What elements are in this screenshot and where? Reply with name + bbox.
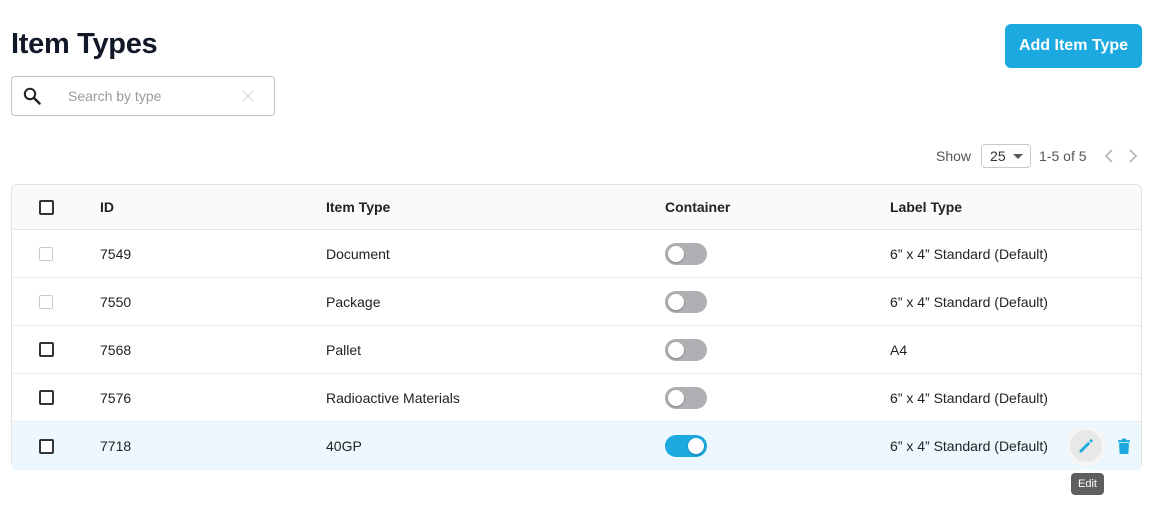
chevron-right-icon[interactable] — [1125, 148, 1141, 164]
row-label-type: 6” x 4” Standard (Default) — [890, 438, 1048, 454]
row-checkbox — [39, 294, 53, 309]
column-header-item-type[interactable]: Item Type — [326, 185, 390, 229]
trash-icon — [1118, 438, 1130, 454]
container-toggle[interactable] — [665, 338, 707, 361]
row-label-type: 6” x 4” Standard (Default) — [890, 389, 1048, 406]
close-icon[interactable] — [241, 89, 255, 103]
column-header-id[interactable]: ID — [100, 185, 114, 229]
chevron-left-icon[interactable] — [1101, 148, 1117, 164]
search-icon — [22, 86, 42, 106]
row-label-type: A4 — [890, 341, 908, 358]
show-label: Show — [936, 148, 972, 164]
row-id: 7576 — [100, 389, 132, 406]
select-all-checkbox[interactable] — [39, 199, 54, 215]
container-toggle[interactable] — [665, 435, 707, 457]
row-checkbox — [39, 246, 53, 261]
edit-tooltip: Edit — [1071, 473, 1104, 495]
row-label-type: 6” x 4” Standard (Default) — [890, 245, 1048, 262]
page-size-select[interactable]: 25 — [981, 144, 1032, 168]
container-toggle[interactable] — [665, 386, 707, 409]
row-item-type: Radioactive Materials — [326, 389, 460, 406]
pagination: Show 25 1-5 of 5 — [936, 144, 1141, 168]
row-item-type: Document — [326, 245, 390, 262]
caret-down-icon — [1013, 154, 1024, 159]
search-input[interactable] — [68, 88, 228, 104]
pencil-icon — [1079, 439, 1093, 453]
row-checkbox[interactable] — [39, 390, 54, 405]
container-toggle[interactable] — [665, 242, 707, 265]
item-types-table: ID Item Type Container Label Type 7549 D… — [11, 184, 1142, 470]
table-row[interactable]: 7549 Document 6” x 4” Standard (Default) — [12, 230, 1141, 278]
row-id: 7550 — [100, 293, 132, 310]
row-checkbox[interactable] — [39, 342, 54, 357]
add-item-type-button[interactable]: Add Item Type — [1005, 24, 1142, 68]
row-id: 7549 — [100, 245, 132, 262]
page-size-value: 25 — [990, 148, 1006, 164]
row-item-type: 40GP — [326, 438, 362, 454]
container-toggle[interactable] — [665, 290, 707, 313]
column-header-container[interactable]: Container — [665, 185, 730, 229]
row-item-type: Pallet — [326, 341, 362, 358]
row-checkbox[interactable] — [39, 438, 54, 454]
table-row[interactable]: 7718 40GP 6” x 4” Standard (Default) — [12, 422, 1141, 470]
table-row[interactable]: 7576 Radioactive Materials 6” x 4” Stand… — [12, 374, 1141, 422]
row-actions — [1070, 427, 1142, 465]
row-id: 7718 — [100, 438, 132, 454]
row-label-type: 6” x 4” Standard (Default) — [890, 293, 1048, 310]
table-header: ID Item Type Container Label Type — [12, 185, 1141, 230]
row-id: 7568 — [100, 341, 132, 358]
page-range: 1-5 of 5 — [1039, 148, 1087, 164]
column-header-label-type[interactable]: Label Type — [890, 185, 962, 229]
search-box — [11, 76, 275, 116]
edit-button[interactable] — [1070, 430, 1102, 462]
row-item-type: Package — [326, 293, 381, 310]
page-title: Item Types — [11, 28, 158, 60]
table-row[interactable]: 7568 Pallet A4 — [12, 326, 1141, 374]
table-row[interactable]: 7550 Package 6” x 4” Standard (Default) — [12, 278, 1141, 326]
delete-button[interactable] — [1114, 436, 1134, 456]
